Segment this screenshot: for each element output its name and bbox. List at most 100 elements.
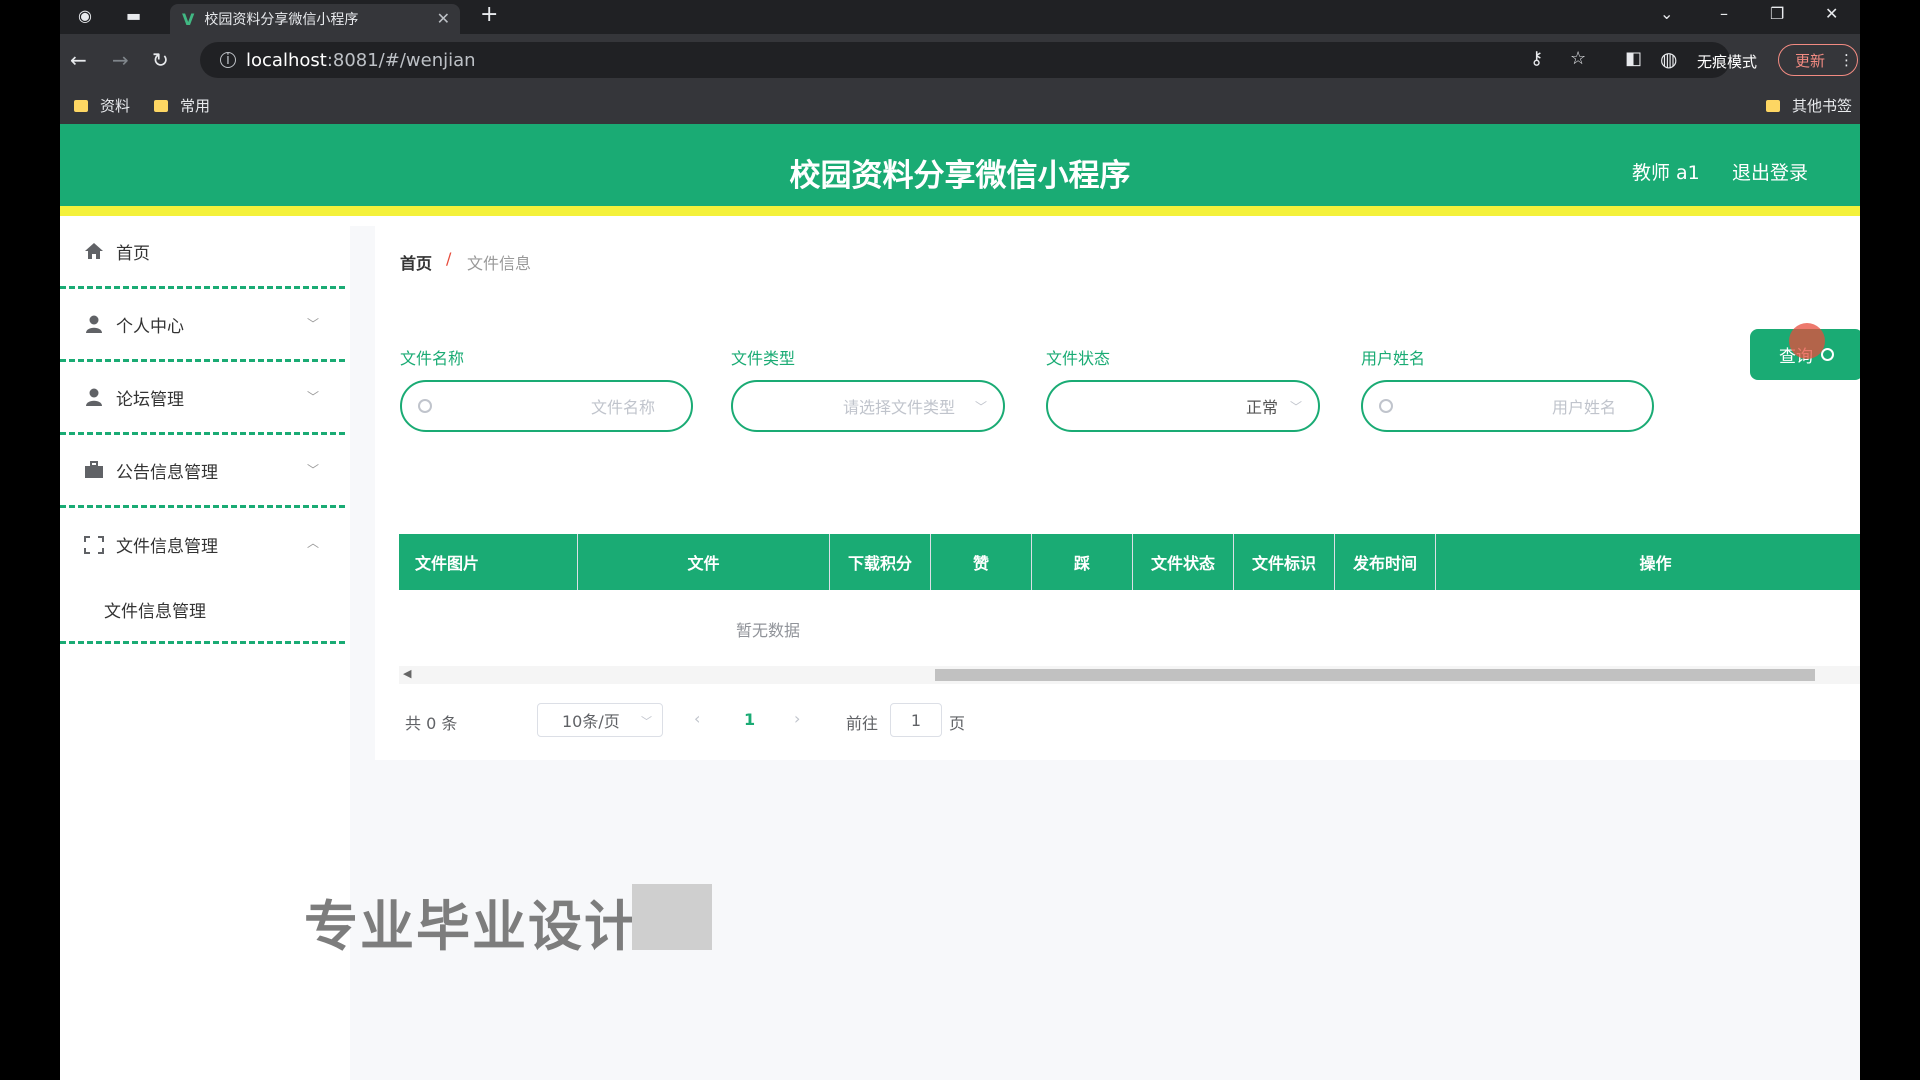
incognito-icon: ◍ bbox=[1660, 47, 1678, 71]
sidebar-item-forum[interactable]: 论坛管理 ﹀ bbox=[60, 362, 345, 435]
folder-icon bbox=[154, 99, 168, 112]
sidebar-item-home[interactable]: 首页 bbox=[60, 216, 345, 289]
column-header: 下载积分 bbox=[830, 534, 931, 590]
folder-icon bbox=[74, 99, 88, 112]
logout-link[interactable]: 退出登录 bbox=[1732, 158, 1808, 185]
chevron-down-icon: ﹀ bbox=[306, 463, 319, 477]
page-size-select[interactable]: 10条/页 ﹀ bbox=[537, 703, 663, 737]
tab-overview-icon[interactable]: ▬ bbox=[126, 6, 141, 25]
file-type-placeholder: 请选择文件类型 bbox=[842, 398, 955, 417]
app-header: 校园资料分享微信小程序 教师 a1 退出登录 bbox=[60, 124, 1860, 216]
search-icon bbox=[1379, 399, 1393, 413]
bookmark-folder-changyong[interactable]: 常用 bbox=[154, 95, 210, 116]
expand-icon bbox=[84, 535, 104, 554]
chevron-down-icon: ﹀ bbox=[641, 715, 652, 728]
bookmark-label: 常用 bbox=[180, 97, 211, 115]
scrollbar-thumb[interactable] bbox=[935, 669, 1815, 681]
password-key-icon[interactable]: ⚷ bbox=[1530, 48, 1543, 69]
table-horizontal-scrollbar[interactable]: ◀ ▶ bbox=[399, 666, 1860, 684]
bookmark-label: 资料 bbox=[100, 97, 131, 115]
chevron-down-icon: ﹀ bbox=[974, 399, 987, 414]
file-name-input[interactable]: 文件名称 bbox=[400, 380, 693, 432]
reload-icon[interactable]: ↻ bbox=[152, 48, 169, 72]
url-host: localhost bbox=[246, 49, 327, 71]
current-user: 教师 a1 bbox=[1632, 162, 1700, 184]
sidebar-subitem-label: 文件信息管理 bbox=[104, 602, 206, 622]
address-bar-row: ← → ↻ i localhost :8081/#/wenjian ⚷ ☆ ◧ bbox=[60, 34, 1860, 86]
page-suffix-label: 页 bbox=[949, 714, 966, 733]
bookmark-star-icon[interactable]: ☆ bbox=[1570, 48, 1586, 69]
browser-tab-active[interactable]: V 校园资料分享微信小程序 ✕ bbox=[170, 4, 460, 34]
chevron-up-icon: ︿ bbox=[306, 536, 319, 550]
blurred-region bbox=[632, 884, 712, 950]
home-icon bbox=[85, 243, 103, 259]
breadcrumb-separator: / bbox=[446, 249, 452, 268]
user-name-placeholder: 用户姓名 bbox=[1551, 398, 1616, 417]
sidebar-subitem-file-management[interactable]: 文件信息管理 bbox=[60, 578, 345, 644]
table-header: 文件图片 文件 下载积分 赞 踩 文件状态 文件标识 发布时间 操作 bbox=[399, 534, 1860, 590]
column-header: 文件状态 bbox=[1133, 534, 1234, 590]
sidebar-item-label: 文件信息管理 bbox=[116, 537, 218, 557]
file-type-label: 文件类型 bbox=[731, 349, 796, 368]
browser-window: ◉ ▬ V 校园资料分享微信小程序 ✕ + ⌄ – ❐ ✕ ← → ↻ i lo… bbox=[60, 0, 1860, 1080]
goto-page-input[interactable]: 1 bbox=[890, 703, 942, 737]
sidebar-item-label: 公告信息管理 bbox=[116, 462, 218, 483]
current-page-number[interactable]: 1 bbox=[744, 710, 755, 729]
breadcrumb-current: 文件信息 bbox=[467, 254, 532, 273]
prev-page-icon[interactable]: ‹ bbox=[694, 709, 700, 728]
close-tab-icon[interactable]: ✕ bbox=[437, 9, 450, 28]
tab-bar: ◉ ▬ V 校园资料分享微信小程序 ✕ + ⌄ – ❐ ✕ bbox=[60, 0, 1860, 34]
file-name-label: 文件名称 bbox=[400, 349, 465, 368]
sidebar-item-notice[interactable]: 公告信息管理 ﹀ bbox=[60, 435, 345, 508]
click-indicator bbox=[1789, 323, 1825, 359]
goto-label: 前往 bbox=[846, 714, 879, 733]
url-field[interactable]: i localhost :8081/#/wenjian bbox=[200, 42, 1730, 78]
video-watermark: 专业毕业设计 bbox=[304, 895, 640, 958]
chevron-down-icon: ﹀ bbox=[306, 390, 319, 404]
back-icon[interactable]: ← bbox=[70, 48, 87, 72]
bookmarks-bar: 资料 常用 其他书签 bbox=[60, 86, 1860, 124]
scroll-left-icon[interactable]: ◀ bbox=[403, 667, 411, 680]
chevron-down-icon: ﹀ bbox=[306, 317, 319, 331]
window-close-icon[interactable]: ✕ bbox=[1825, 4, 1838, 23]
app-title: 校园资料分享微信小程序 bbox=[789, 158, 1131, 194]
restore-icon[interactable]: ❐ bbox=[1770, 4, 1784, 23]
file-type-select[interactable]: 请选择文件类型 ﹀ bbox=[731, 380, 1005, 432]
column-header: 操作 bbox=[1639, 554, 1672, 573]
update-button[interactable]: 更新 ⋮ bbox=[1778, 44, 1858, 76]
list-panel bbox=[375, 292, 1860, 760]
user-icon bbox=[86, 388, 102, 406]
site-info-icon[interactable]: i bbox=[220, 52, 236, 68]
vue-logo-icon: V bbox=[182, 9, 195, 29]
sidebar-item-label: 个人中心 bbox=[116, 316, 184, 337]
minimize-icon[interactable]: – bbox=[1720, 4, 1728, 23]
search-icon bbox=[418, 399, 432, 413]
menu-kebab-icon[interactable]: ⋮ bbox=[1839, 51, 1854, 69]
next-page-icon[interactable]: › bbox=[794, 709, 800, 728]
folder-icon bbox=[1766, 99, 1780, 112]
search-icon bbox=[1821, 348, 1834, 361]
breadcrumb-home[interactable]: 首页 bbox=[400, 250, 432, 274]
bookmark-folder-ziliao[interactable]: 资料 bbox=[74, 95, 130, 116]
sidepanel-icon[interactable]: ◧ bbox=[1625, 48, 1642, 69]
column-header: 文件图片 bbox=[399, 534, 578, 590]
file-status-select[interactable]: 正常 ﹀ bbox=[1046, 380, 1320, 432]
column-header: 发布时间 bbox=[1335, 534, 1436, 590]
chrome-profile-icon[interactable]: ◉ bbox=[78, 6, 92, 25]
sidebar-item-label: 首页 bbox=[116, 243, 150, 264]
sidebar-item-file-management[interactable]: 文件信息管理 ︿ bbox=[60, 508, 345, 581]
breadcrumb-bar bbox=[375, 226, 1860, 292]
column-header: 踩 bbox=[1032, 534, 1133, 590]
bookmark-folder-other[interactable]: 其他书签 bbox=[1766, 95, 1852, 116]
page-size-value: 10条/页 bbox=[562, 712, 620, 731]
tab-search-icon[interactable]: ⌄ bbox=[1660, 4, 1673, 23]
forward-icon[interactable]: → bbox=[112, 48, 129, 72]
sidebar-item-personal-center[interactable]: 个人中心 ﹀ bbox=[60, 289, 345, 362]
incognito-label: 无痕模式 bbox=[1697, 53, 1758, 71]
new-tab-icon[interactable]: + bbox=[480, 2, 498, 27]
sidebar-item-label: 论坛管理 bbox=[116, 389, 184, 410]
chevron-down-icon: ﹀ bbox=[1289, 399, 1302, 414]
user-name-input[interactable]: 用户姓名 bbox=[1361, 380, 1654, 432]
bookmark-label: 其他书签 bbox=[1792, 97, 1853, 115]
briefcase-icon bbox=[85, 461, 103, 478]
